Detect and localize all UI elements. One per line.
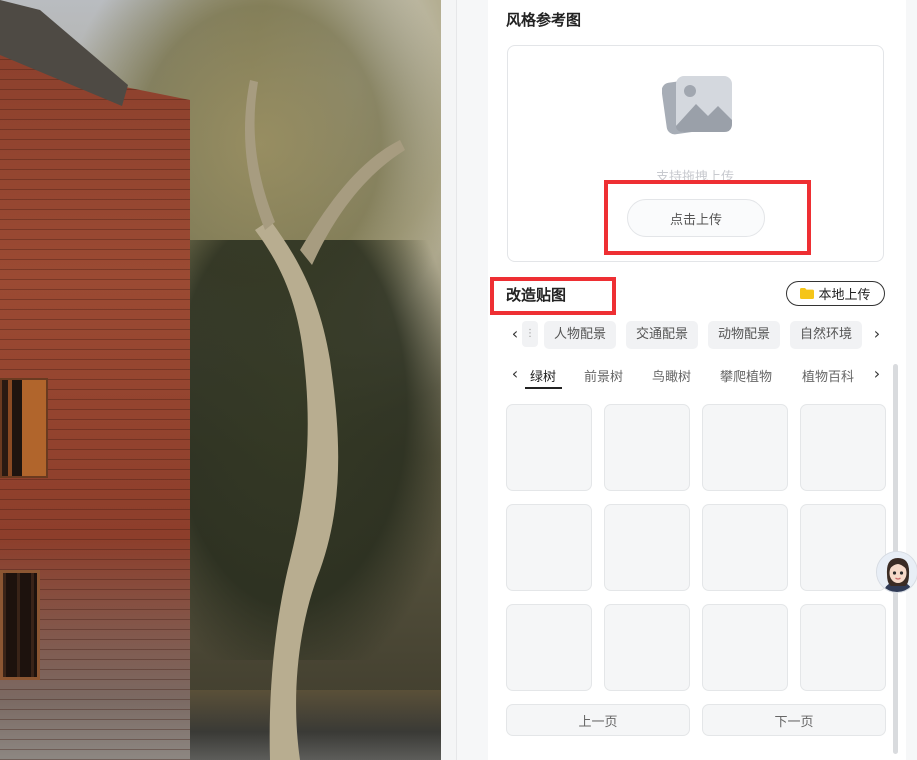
sticker-tile[interactable] [702,504,788,591]
sticker-tile[interactable] [604,504,690,591]
subcategory-prev-chevron-left-icon[interactable]: ‹ [509,364,521,384]
subcategory-tab-plant-encyclopedia[interactable]: 植物百科 [802,366,854,385]
image-placeholder-icon [662,76,732,135]
subcategory-tab-climbing-plants[interactable]: 攀爬植物 [720,366,772,385]
subcategory-tab-aerial-tree[interactable]: 鸟瞰树 [652,366,691,385]
drag-upload-hint: 支持拖拽上传 [655,170,734,185]
assistant-avatar-icon [877,552,917,592]
subcategory-tab-green-tree[interactable]: 绿树 [530,366,556,385]
category-chip-partial[interactable]: ⋮ [522,321,538,347]
building-window [0,570,40,680]
building-window-open [0,378,48,478]
category-prev-chevron-left-icon[interactable]: ‹ [509,324,521,344]
remodel-stickers-title: 改造贴图 [506,286,567,304]
local-upload-label: 本地上传 [818,288,871,303]
category-chip-traffic[interactable]: 交通配景 [626,321,699,349]
sticker-tile[interactable] [506,604,592,691]
subcategory-tab-foreground-tree[interactable]: 前景树 [584,366,623,385]
assistant-avatar[interactable] [876,551,917,593]
sticker-tile[interactable] [604,604,690,691]
sticker-tile[interactable] [604,404,690,491]
subcategory-next-chevron-right-icon[interactable]: › [871,364,883,384]
sticker-tile[interactable] [800,604,886,691]
prev-page-button[interactable]: 上一页 [506,704,690,736]
style-reference-title: 风格参考图 [506,11,582,29]
app-root: 风格参考图 支持拖拽上传 点击上传 改造贴图 本地上传 ‹ ⋮ 人物配景 交通配… [0,0,917,760]
folder-icon [800,288,815,299]
category-chip-animals[interactable]: 动物配景 [708,321,781,349]
next-page-button[interactable]: 下一页 [702,704,886,736]
image-canvas[interactable] [0,0,441,760]
local-upload-button[interactable]: 本地上传 [786,281,885,306]
click-upload-button[interactable]: 点击上传 [627,199,765,237]
sticker-tile[interactable] [702,604,788,691]
category-chip-people[interactable]: 人物配景 [544,321,617,349]
category-chip-nature[interactable]: 自然环境 [790,321,863,349]
sticker-tile[interactable] [506,504,592,591]
panel-gutter [441,0,457,760]
sticker-tile[interactable] [506,404,592,491]
subcategory-active-underline [525,387,562,389]
category-next-chevron-right-icon[interactable]: › [871,324,883,344]
sticker-tile[interactable] [800,404,886,491]
sticker-tile[interactable] [702,404,788,491]
sticker-tile[interactable] [800,504,886,591]
